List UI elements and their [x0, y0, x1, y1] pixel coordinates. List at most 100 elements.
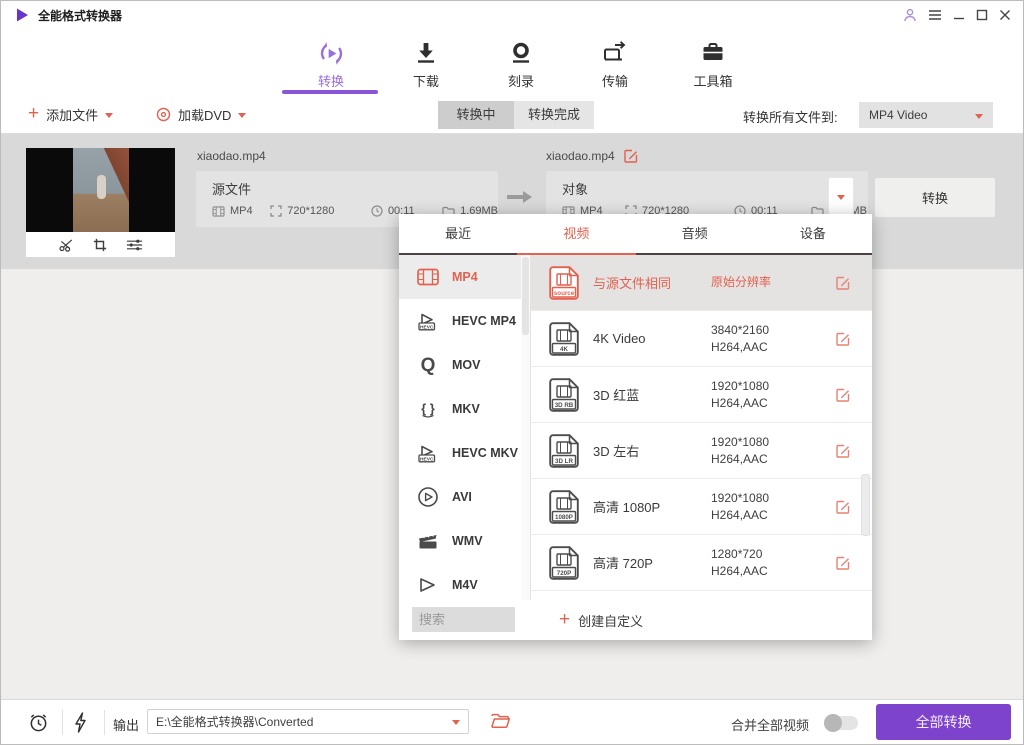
- source-resolution: 720*1280: [287, 205, 335, 217]
- preset-file-icon: 4K: [549, 321, 579, 356]
- format-item-avi[interactable]: AVI: [399, 475, 530, 519]
- preset-row[interactable]: 1080P 高清 1080P 1920*1080 H264,AAC: [531, 479, 872, 535]
- format-popup-footer: + 创建自定义: [399, 600, 872, 640]
- tab-finished[interactable]: 转换完成: [514, 101, 594, 129]
- edit-preset-icon[interactable]: [836, 556, 850, 570]
- edit-preset-icon[interactable]: [836, 276, 850, 290]
- preset-file-icon: 3D LR: [549, 433, 579, 468]
- high-speed-bolt-icon[interactable]: [74, 712, 87, 733]
- toolbar: + 添加文件 加载DVD 转换中 转换完成 转换所有文件到: MP4 Video: [1, 96, 1023, 134]
- format-list-scrollbar[interactable]: [521, 255, 530, 600]
- format-item-mp4[interactable]: MP4: [399, 255, 530, 299]
- minimize-button[interactable]: [953, 9, 965, 21]
- schedule-clock-icon[interactable]: [28, 712, 49, 733]
- ptab-device[interactable]: 设备: [754, 214, 872, 253]
- ptab-video[interactable]: 视频: [517, 214, 636, 255]
- format-item-wmv[interactable]: WMV: [399, 519, 530, 563]
- video-thumbnail: [26, 148, 175, 257]
- convert-all-to-label: 转换所有文件到:: [743, 110, 838, 125]
- svg-text:720P: 720P: [557, 569, 571, 576]
- source-file-name: xiaodao.mp4: [197, 149, 266, 163]
- app-window: 全能格式转换器 转换 下载 刻录 传输 工具箱 + 添加文件 加载DVD 转换中…: [0, 0, 1024, 745]
- effects-sliders-icon[interactable]: [126, 238, 143, 252]
- svg-text:1080P: 1080P: [555, 513, 573, 520]
- row-convert-button[interactable]: 转换: [875, 178, 995, 217]
- transfer-icon: [573, 38, 657, 68]
- crop-icon[interactable]: [93, 238, 107, 252]
- chevron-down-icon: [238, 113, 247, 118]
- source-format: MP4: [230, 205, 253, 217]
- rename-edit-icon[interactable]: [624, 149, 638, 163]
- play-outline-icon: [416, 575, 440, 595]
- add-file-button[interactable]: + 添加文件: [28, 96, 114, 133]
- trim-scissors-icon[interactable]: [58, 238, 74, 252]
- convert-all-button[interactable]: 全部转换: [876, 704, 1011, 740]
- edit-preset-icon[interactable]: [836, 500, 850, 514]
- target-format-select[interactable]: MP4 Video: [859, 102, 993, 128]
- target-file-name: xiaodao.mp4: [546, 149, 615, 163]
- format-popup-tabs: 最近 视频 音频 设备: [399, 214, 872, 255]
- edit-preset-icon[interactable]: [836, 444, 850, 458]
- menu-icon[interactable]: [928, 9, 942, 21]
- resolution-icon: [270, 205, 282, 217]
- preset-codec: H264,AAC: [711, 563, 768, 578]
- preset-list-scrollbar[interactable]: [861, 474, 870, 536]
- thumbnail-image: [26, 148, 175, 232]
- format-item-m4v[interactable]: M4V: [399, 563, 530, 600]
- search-input[interactable]: [412, 607, 515, 632]
- preset-list: source 与源文件相同 原始分辨率 4K 4K Video 3840*2160 H264…: [531, 255, 872, 600]
- tab-toolbox-label: 工具箱: [693, 74, 733, 89]
- format-item-mov[interactable]: Q MOV: [399, 343, 530, 387]
- edit-preset-icon[interactable]: [836, 332, 850, 346]
- chevron-down-icon: [452, 720, 460, 725]
- tab-download[interactable]: 下载: [384, 38, 468, 90]
- target-format-dropdown-button[interactable]: [828, 177, 854, 215]
- format-item-hevc-mp4[interactable]: HEVC HEVC MP4: [399, 299, 530, 343]
- active-tab-underline: [282, 90, 378, 94]
- preset-row[interactable]: 720P 高清 720P 1280*720 H264,AAC: [531, 535, 872, 591]
- preset-resolution: 3840*2160: [711, 322, 770, 337]
- tab-convert-label: 转换: [317, 74, 344, 89]
- ptab-audio[interactable]: 音频: [636, 214, 754, 253]
- preset-row[interactable]: 4K 4K Video 3840*2160 H264,AAC: [531, 311, 872, 367]
- merge-all-label: 合并全部视频: [731, 718, 810, 733]
- create-custom-label: 创建自定义: [578, 614, 644, 629]
- format-item-hevc-mkv[interactable]: HEVC HEVC MKV: [399, 431, 530, 475]
- account-icon[interactable]: [903, 8, 917, 22]
- tab-transfer[interactable]: 传输: [573, 38, 657, 90]
- preset-row[interactable]: source 与源文件相同 原始分辨率: [531, 255, 872, 311]
- tab-toolbox[interactable]: 工具箱: [671, 38, 755, 90]
- create-custom-button[interactable]: + 创建自定义: [559, 610, 644, 630]
- load-dvd-button[interactable]: 加载DVD: [156, 96, 247, 133]
- format-item-mkv[interactable]: { } MKV: [399, 387, 530, 431]
- source-card-title: 源文件: [212, 182, 252, 197]
- tab-burn-label: 刻录: [507, 74, 534, 89]
- close-button[interactable]: [999, 9, 1011, 21]
- ptab-recent[interactable]: 最近: [399, 214, 517, 253]
- tab-download-label: 下载: [412, 74, 439, 89]
- hevc-play-icon: HEVC: [416, 443, 440, 463]
- chevron-down-icon: [975, 113, 983, 119]
- edit-preset-icon[interactable]: [836, 388, 850, 402]
- disc-icon: [156, 107, 171, 122]
- preset-file-icon: 720P: [549, 545, 579, 580]
- maximize-button[interactable]: [976, 9, 988, 21]
- preset-codec: H264,AAC: [711, 451, 768, 466]
- preset-codec: H264,AAC: [711, 507, 768, 522]
- chevron-down-icon: [105, 113, 114, 118]
- tab-converting[interactable]: 转换中: [438, 101, 514, 129]
- preset-file-icon: source: [549, 265, 579, 300]
- chevron-down-icon: [837, 194, 845, 200]
- output-path-select[interactable]: E:\全能格式转换器\Converted: [147, 709, 469, 734]
- tab-burn[interactable]: 刻录: [479, 38, 563, 90]
- open-folder-icon[interactable]: [491, 713, 510, 728]
- merge-all-toggle[interactable]: [824, 714, 858, 732]
- preset-row[interactable]: 3D RB 3D 红蓝 1920*1080 H264,AAC: [531, 367, 872, 423]
- tab-convert[interactable]: 转换: [289, 38, 373, 90]
- quicktime-icon: Q: [416, 354, 440, 376]
- preset-resolution: 1920*1080: [711, 434, 770, 449]
- preset-codec: H264,AAC: [711, 395, 768, 410]
- clock-icon: [371, 205, 383, 217]
- app-logo-icon: [14, 7, 30, 23]
- preset-row[interactable]: 3D LR 3D 左右 1920*1080 H264,AAC: [531, 423, 872, 479]
